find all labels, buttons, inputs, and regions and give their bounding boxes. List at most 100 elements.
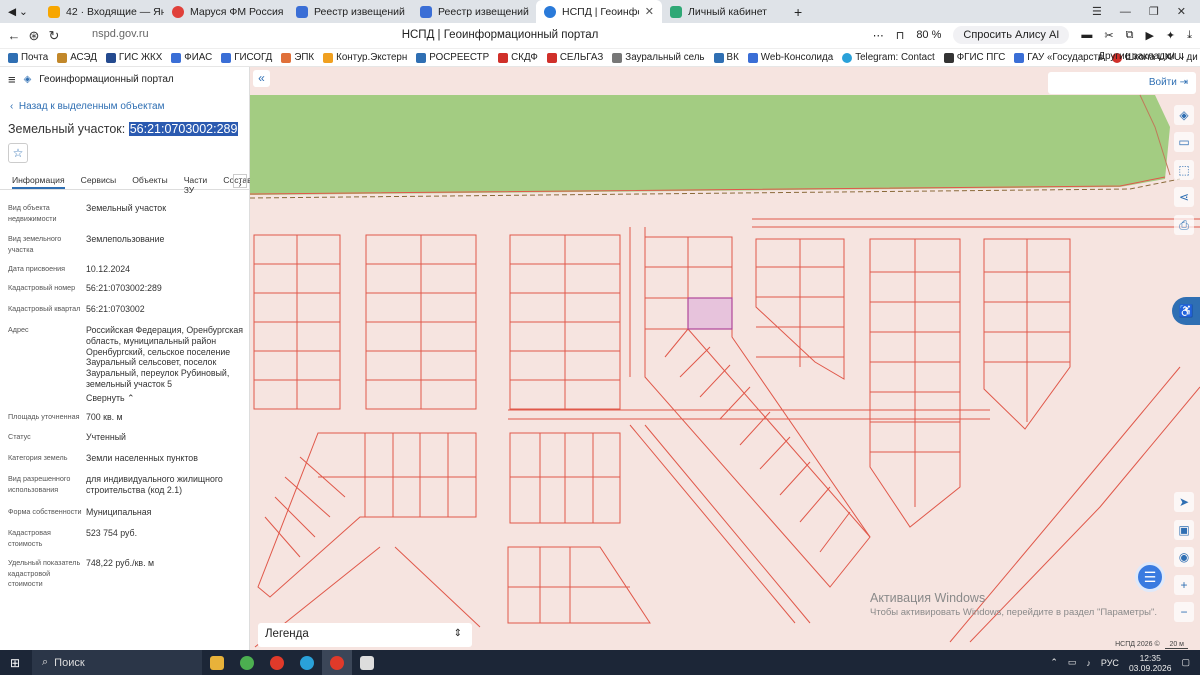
chrome-app[interactable]: [232, 650, 262, 675]
tab-objects[interactable]: Объекты: [132, 172, 167, 189]
wallet-icon[interactable]: ▬: [1081, 29, 1092, 41]
explorer-app[interactable]: [202, 650, 232, 675]
zoom-out-button[interactable]: −: [1174, 602, 1194, 622]
chevron-left-icon: ‹: [10, 101, 14, 112]
browser-tab-nspd[interactable]: НСПД | Геоинформационный✕: [536, 0, 662, 23]
parcel-grid[interactable]: [253, 227, 1200, 648]
maximize-icon[interactable]: ❐: [1149, 5, 1159, 18]
double-chevron-left-icon: «: [258, 71, 265, 85]
browser-tab-registry-1[interactable]: Реестр извещений: [288, 0, 412, 23]
browser-tab-radio[interactable]: Маруся ФМ Россия✕: [164, 0, 288, 23]
cadastral-map[interactable]: « Войти ⇥ ◈ ▭ ⬚ ⋖ ⎙ ♿ ➤ ▣ ◉ + − ☰ Актива…: [250, 67, 1200, 650]
notification-icon[interactable]: ▢: [1181, 657, 1190, 668]
bookmark-item[interactable]: РОСРЕЕСТР: [416, 52, 489, 63]
puzzle-icon[interactable]: ✦: [1166, 29, 1175, 42]
extensions-icon[interactable]: ⧉: [1126, 29, 1134, 42]
info-tabs: Информация Сервисы Объекты Части ЗУ Сост…: [0, 172, 252, 195]
document-app[interactable]: [352, 650, 382, 675]
bookmark-item[interactable]: ГАУ «Государств: [1014, 52, 1103, 63]
favorite-button[interactable]: ☆: [8, 143, 28, 163]
tab-services[interactable]: Сервисы: [81, 172, 117, 189]
bookmark-item[interactable]: ФИАС: [171, 52, 212, 63]
page-title: НСПД | Геоинформационный портал: [401, 29, 599, 41]
browser-tab-bar: ◀︎ ⌄ 42 · Входящие — Яндекс.Почта Маруся…: [0, 0, 1200, 23]
bookmark-item[interactable]: Контур.Экстерн: [323, 52, 407, 63]
legend-dropdown[interactable]: Легенда ⇕: [258, 623, 472, 647]
menu-icon[interactable]: ☰: [1092, 5, 1102, 18]
browser-tab-cabinet[interactable]: Личный кабинет: [662, 0, 786, 23]
bookmark-item[interactable]: ГИС ЖКХ: [105, 52, 162, 63]
bookmark-item[interactable]: АСЭД: [57, 52, 97, 63]
collapse-panel-button[interactable]: «: [253, 70, 270, 87]
alice-button[interactable]: Спросить Алису AI: [953, 26, 1070, 44]
address-bar-actions: ⋯ ⊓ 80 % Спросить Алису AI ▬ ✂ ⧉ ▶ ✦ ⤓: [873, 26, 1192, 44]
portal-name: Геоинформационный портал: [39, 73, 174, 85]
tabs-scroll-right-icon[interactable]: ›: [233, 174, 247, 189]
geo-point-icon[interactable]: ◉: [1174, 547, 1194, 567]
bookmark-item[interactable]: ЭПК: [281, 52, 314, 63]
tab-parts[interactable]: Части ЗУ: [184, 172, 208, 195]
bookmark-item[interactable]: ФГИС ПГС: [943, 52, 1005, 63]
hamburger-icon[interactable]: ≡: [8, 72, 16, 87]
cadastral-number-highlight[interactable]: 56:21:0703002:289: [128, 122, 239, 136]
speaker-icon: ◀︎ ⌄: [8, 5, 28, 18]
login-button[interactable]: Войти ⇥: [1048, 72, 1196, 94]
download-icon[interactable]: ⤓: [1187, 29, 1192, 42]
selected-parcel[interactable]: [687, 297, 733, 330]
yandex-app[interactable]: [262, 650, 292, 675]
telegram-app[interactable]: [292, 650, 322, 675]
minimize-icon[interactable]: —: [1120, 6, 1131, 18]
star-icon: ☆: [12, 146, 24, 160]
yandex-browser-app[interactable]: [322, 650, 352, 675]
new-tab-button[interactable]: +: [786, 0, 816, 23]
bookmark-item[interactable]: СЕЛЬГАЗ: [546, 52, 603, 63]
bookmark-item[interactable]: СКДФ: [498, 52, 538, 63]
expand-icon: ⇕: [453, 628, 462, 639]
locate-icon[interactable]: ➤: [1174, 492, 1194, 512]
print-icon[interactable]: ⎙: [1174, 215, 1194, 235]
windows-activation-watermark: Активация Windows Чтобы активировать Win…: [870, 591, 1157, 618]
map-attribution: НСПД 2026 © 20 м: [1115, 641, 1188, 649]
bookmark-item[interactable]: ВК: [713, 52, 739, 63]
bookmark-item[interactable]: ГИСОГД: [221, 52, 272, 63]
share-icon[interactable]: ⋖: [1174, 187, 1194, 207]
cabinet-icon: [670, 5, 682, 18]
minimap-icon[interactable]: ▣: [1174, 520, 1194, 540]
tray-network-icon[interactable]: ▭: [1068, 657, 1077, 668]
layers-icon[interactable]: ◈: [1174, 105, 1194, 125]
tray-arrow-icon[interactable]: ⌃: [1050, 657, 1058, 668]
radio-icon: [172, 5, 184, 18]
more-icon[interactable]: ⋯: [873, 29, 884, 42]
tab-information[interactable]: Информация: [12, 172, 65, 189]
other-bookmarks[interactable]: Другие закладки ⌄: [1098, 51, 1186, 62]
bookmark-item[interactable]: Telegram: Contact: [842, 52, 935, 63]
browser-tab-mail[interactable]: 42 · Входящие — Яндекс.Почта: [40, 0, 164, 23]
clock[interactable]: 12:35 03.09.2026: [1129, 653, 1172, 673]
bookmark-icon[interactable]: ⊓: [896, 29, 905, 42]
tray-volume-icon[interactable]: ♪: [1086, 658, 1091, 668]
close-icon[interactable]: ✕: [645, 5, 654, 18]
ruler-icon[interactable]: ▭: [1174, 132, 1194, 152]
close-window-icon[interactable]: ✕: [1177, 5, 1186, 18]
windows-start-icon[interactable]: ⊞: [10, 656, 20, 670]
tab-group-button[interactable]: ◀︎ ⌄: [0, 0, 40, 23]
zoom-in-button[interactable]: +: [1174, 575, 1194, 595]
map-canvas[interactable]: [250, 67, 1200, 650]
chat-button[interactable]: ☰: [1135, 562, 1165, 592]
registry-icon: [296, 5, 308, 18]
search-icon: ⌕: [42, 656, 49, 668]
taskbar-search[interactable]: ⌕ Поиск: [32, 650, 202, 675]
tools-icon[interactable]: ✂: [1104, 29, 1113, 42]
play-icon[interactable]: ▶: [1145, 29, 1153, 42]
accessibility-icon[interactable]: ♿: [1172, 297, 1200, 325]
browser-tab-registry-2[interactable]: Реестр извещений: [412, 0, 536, 23]
panel-header: ≡ ◈ Геоинформационный портал: [0, 67, 249, 91]
bookmark-item[interactable]: Зауральный сель: [612, 52, 705, 63]
tray-lang[interactable]: РУС: [1101, 658, 1119, 668]
bookmark-item[interactable]: Почта: [8, 52, 48, 63]
back-to-selection-link[interactable]: ‹ Назад к выделенным объектам: [10, 101, 165, 112]
zoom-level[interactable]: 80 %: [916, 29, 941, 41]
login-icon: ⇥: [1179, 77, 1188, 88]
select-area-icon[interactable]: ⬚: [1174, 160, 1194, 180]
bookmark-item[interactable]: Web-Консолида: [747, 52, 833, 63]
